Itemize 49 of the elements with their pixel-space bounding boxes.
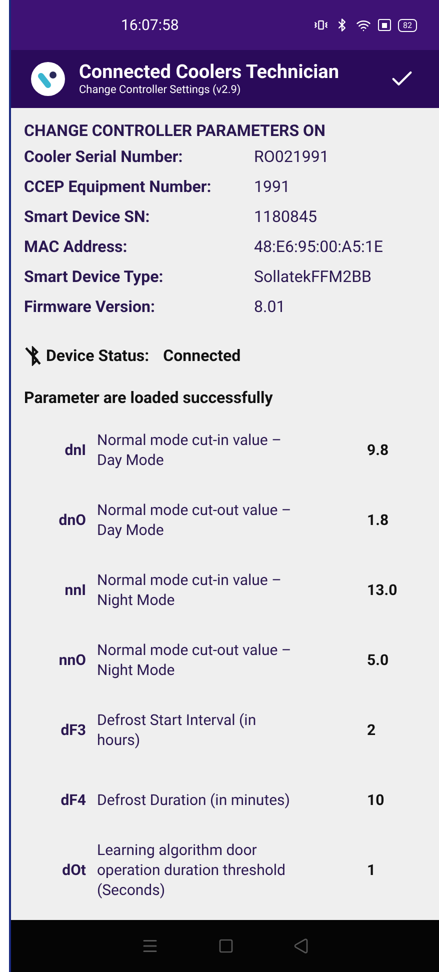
info-value: 8.01 xyxy=(254,296,286,318)
parameter-description: Learning algorithm door operation duration threshold (Seconds) xyxy=(97,840,287,900)
info-label: Smart Device Type: xyxy=(24,266,164,288)
app-subtitle: Change Controller Settings (v2.9) xyxy=(79,83,242,97)
parameter-description: Defrost Start Interval (in hours) xyxy=(97,710,258,750)
info-label: MAC Address: xyxy=(24,236,128,258)
load-message: Parameter are loaded successfully xyxy=(24,387,274,409)
home-icon[interactable] xyxy=(218,938,234,954)
app-title: Connected Coolers Technician xyxy=(79,61,340,83)
vibrate-icon xyxy=(314,18,328,32)
parameter-description: Normal mode cut-in value – Day Mode xyxy=(97,430,282,470)
sim-icon xyxy=(378,19,391,31)
parameter-description: Normal mode cut-in value – Night Mode xyxy=(97,570,282,610)
info-label: Smart Device SN: xyxy=(24,206,151,228)
device-status-value: Connected xyxy=(163,345,241,367)
clock: 16:07:58 xyxy=(121,14,179,36)
parameter-value: 1.8 xyxy=(367,510,389,531)
parameter-value: 2 xyxy=(367,720,376,741)
parameter-code: nnI xyxy=(64,580,87,601)
parameter-description: Normal mode cut-out value – Night Mode xyxy=(97,640,292,680)
section-heading: CHANGE CONTROLLER PARAMETERS ON xyxy=(24,120,326,142)
info-label: CCEP Equipment Number: xyxy=(24,176,212,198)
menu-icon[interactable] xyxy=(140,937,159,955)
parameter-code: dOt xyxy=(61,860,87,881)
bluetooth-disabled-icon xyxy=(24,346,42,366)
info-label: Firmware Version: xyxy=(24,296,156,318)
info-value: 48:E6:95:00:A5:1E xyxy=(254,236,383,258)
parameter-code: dnO xyxy=(58,510,87,531)
info-value: RO021991 xyxy=(254,146,329,168)
device-status-label: Device Status: xyxy=(46,345,150,367)
parameter-description: Normal mode cut-out value – Day Mode xyxy=(97,500,292,540)
info-value: SollatekFFM2BB xyxy=(254,266,372,288)
parameter-code: dnI xyxy=(64,440,87,461)
parameter-code: dF3 xyxy=(60,720,87,741)
app-logo-icon xyxy=(31,62,65,96)
parameter-value: 13.0 xyxy=(367,580,398,601)
parameter-code: dF4 xyxy=(60,790,87,811)
info-value: 1180845 xyxy=(254,206,317,228)
info-label: Cooler Serial Number: xyxy=(24,146,184,168)
parameter-value: 10 xyxy=(367,790,384,811)
battery-indicator: 82 xyxy=(398,18,417,32)
back-icon[interactable] xyxy=(293,938,310,954)
parameter-description: Defrost Duration (in minutes) xyxy=(97,790,292,810)
parameter-value: 1 xyxy=(367,860,376,881)
info-value: 1991 xyxy=(254,176,290,198)
wifi-icon xyxy=(356,18,371,32)
parameter-value: 9.8 xyxy=(367,440,389,461)
parameter-code: nnO xyxy=(58,650,87,671)
parameter-value: 5.0 xyxy=(367,650,389,671)
